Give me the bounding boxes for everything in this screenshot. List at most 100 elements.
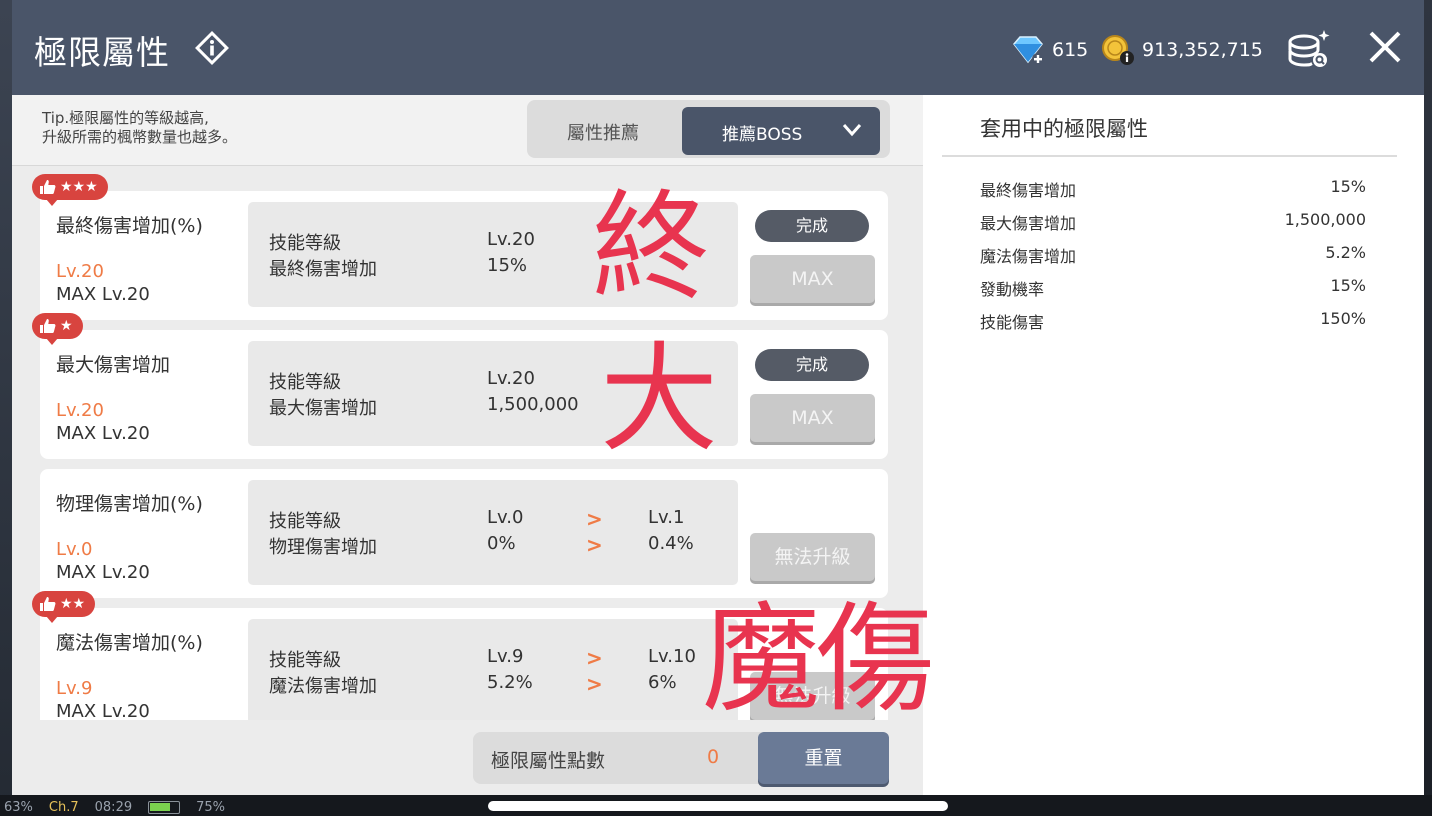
attribute-level: Lv.20 [56,261,104,282]
chevron-right-icon: > [586,533,603,557]
attribute-info-box: 技能等級 最大傷害增加 Lv.20 1,500,000 [248,341,738,446]
stat-value: 15% [1330,177,1366,196]
current-level: Lv.20 [487,229,535,250]
applied-stat-row: 最大傷害增加 1,500,000 [980,210,1366,233]
window-header: 極限屬性 615 913,352,715 [12,0,1424,95]
attribute-card-final-damage: 最終傷害增加(%) Lv.20 MAX Lv.20 技能等級 最終傷害增加 Lv… [40,191,888,320]
thumbs-up-icon [40,597,56,611]
chevron-down-icon [842,124,862,137]
attribute-list-panel: Tip.極限屬性的等級越高, 升級所需的楓幣數量也越多。 屬性推薦 推薦BOSS… [12,95,923,795]
status-battery: 75% [196,799,226,815]
attribute-info-box: 技能等級 最終傷害增加 Lv.20 15% [248,202,738,307]
info-label-skill-level: 技能等級 [269,372,341,393]
recommend-box: 屬性推薦 推薦BOSS [527,100,890,158]
info-label-skill-level: 技能等級 [269,650,341,671]
info-icon[interactable] [194,30,230,66]
current-value: 15% [487,255,528,276]
recommend-stars: ★★★ [60,179,98,195]
game-background-left [0,0,12,816]
chevron-right-icon: > [586,672,603,696]
gem-counter[interactable]: 615 [1010,34,1088,66]
status-percent: 63% [4,799,33,815]
stat-value: 150% [1320,309,1366,328]
stat-value: 5.2% [1325,243,1366,262]
attribute-name: 最大傷害增加 [56,354,171,376]
tip-area: Tip.極限屬性的等級越高, 升級所需的楓幣數量也越多。 屬性推薦 推薦BOSS [12,95,923,166]
next-level: Lv.10 [648,646,696,667]
battery-icon [148,800,181,814]
attribute-card-magic-damage: 魔法傷害增加(%) Lv.9 MAX Lv.20 技能等級 魔法傷害增加 Lv.… [40,608,888,720]
attribute-card-max-damage: 最大傷害增加 Lv.20 MAX Lv.20 技能等級 最大傷害增加 Lv.20… [40,330,888,459]
recommend-stars: ★★ [60,596,86,612]
coin-count: 913,352,715 [1142,39,1263,61]
reset-button[interactable]: 重置 [758,732,889,784]
coin-storage-icon[interactable] [1282,24,1334,72]
applied-stat-row: 技能傷害 150% [980,309,1366,332]
attribute-name: 最終傷害增加(%) [56,215,203,237]
upgrade-button-disabled[interactable]: 無法升級 [750,672,875,720]
recommend-badge: ★★★ [32,174,108,206]
stat-value: 15% [1330,276,1366,295]
applied-attributes-panel: 套用中的極限屬性 最終傷害增加 15% 最大傷害增加 1,500,000 魔法傷… [923,95,1424,795]
applied-stat-row: 魔法傷害增加 5.2% [980,243,1366,266]
applied-stat-row: 發動機率 15% [980,276,1366,299]
points-value: 0 [707,746,720,768]
attribute-name: 物理傷害增加(%) [56,493,203,515]
home-indicator[interactable] [488,801,948,811]
game-status-bar: 63% Ch.7 08:29 75% [0,798,225,816]
points-label: 極限屬性點數 [491,750,606,772]
attribute-max-level: MAX Lv.20 [56,701,150,720]
next-value: 0.4% [648,533,694,554]
recommend-badge: ★ [32,313,83,345]
info-label-effect: 魔法傷害增加 [269,676,377,697]
attribute-max-level: MAX Lv.20 [56,562,150,583]
current-value: 0% [487,533,516,554]
status-time: 08:29 [94,799,133,815]
current-level: Lv.20 [487,368,535,389]
chevron-right-icon: > [586,646,603,670]
info-label-effect: 物理傷害增加 [269,537,377,558]
attribute-info-box: 技能等級 魔法傷害增加 Lv.9 5.2% > > Lv.10 6% [248,619,738,720]
recommend-label: 屬性推薦 [567,123,639,144]
attribute-max-level: MAX Lv.20 [56,423,150,444]
stat-name: 技能傷害 [980,313,1045,332]
complete-badge: 完成 [755,210,869,242]
upgrade-button-disabled[interactable]: 無法升級 [750,533,875,581]
stat-name: 魔法傷害增加 [980,247,1077,266]
max-button[interactable]: MAX [750,394,875,442]
recommend-stars: ★ [60,318,73,334]
applied-stat-row: 最終傷害增加 15% [980,177,1366,200]
tip-line-2: 升級所需的楓幣數量也越多。 [42,128,238,146]
attribute-list[interactable]: 最終傷害增加(%) Lv.20 MAX Lv.20 技能等級 最終傷害增加 Lv… [12,167,923,720]
page-title: 極限屬性 [34,33,170,72]
stat-name: 最大傷害增加 [980,214,1077,233]
next-level: Lv.1 [648,507,685,528]
attribute-points-bar: 極限屬性點數 0 重置 [473,732,889,784]
info-label-skill-level: 技能等級 [269,511,341,532]
battery-fill [150,802,171,811]
attribute-level: Lv.0 [56,539,93,560]
thumbs-up-icon [40,180,56,194]
coin-counter[interactable]: 913,352,715 [1100,34,1263,66]
stat-name: 發動機率 [980,280,1045,299]
recommend-dropdown[interactable]: 推薦BOSS [682,107,880,155]
current-value: 5.2% [487,672,533,693]
attribute-info-box: 技能等級 物理傷害增加 Lv.0 0% > > Lv.1 0.4% [248,480,738,585]
close-icon[interactable] [1368,30,1402,64]
status-channel: Ch.7 [48,799,79,815]
tip-text: Tip.極限屬性的等級越高, 升級所需的楓幣數量也越多。 [42,109,342,147]
applied-title: 套用中的極限屬性 [980,117,1148,141]
attribute-max-level: MAX Lv.20 [56,284,150,305]
info-label-effect: 最終傷害增加 [269,259,377,280]
info-label-effect: 最大傷害增加 [269,398,377,419]
stat-name: 最終傷害增加 [980,181,1077,200]
current-level: Lv.9 [487,646,524,667]
stat-value: 1,500,000 [1284,210,1366,229]
gem-plus-icon [1013,36,1044,65]
meso-coin-icon [1102,35,1134,65]
max-button[interactable]: MAX [750,255,875,303]
tip-line-1: Tip.極限屬性的等級越高, [42,109,209,127]
complete-badge: 完成 [755,349,869,381]
recommend-selected: 推薦BOSS [722,125,803,145]
current-value: 1,500,000 [487,394,579,415]
